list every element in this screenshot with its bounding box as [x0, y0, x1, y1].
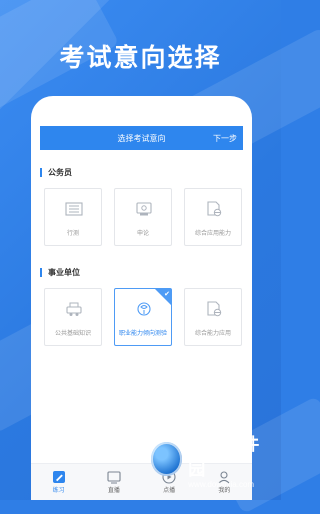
selected-check-corner: ✔ — [155, 289, 171, 305]
top-navbar: 选择考试意向 下一步 — [40, 126, 243, 150]
exam-card-comprehensive-ability[interactable]: 综合能力应用 — [184, 288, 242, 346]
card-label: 申论 — [136, 231, 149, 237]
hero-title: 考试意向选择 — [59, 44, 222, 72]
card-label: 综合能力应用 — [194, 331, 231, 337]
newspaper-icon — [65, 202, 83, 216]
exam-card-aptitude-test[interactable]: 职业能力倾向测验 ✔ — [114, 288, 172, 346]
document-globe-icon — [207, 301, 222, 317]
pencil-icon — [52, 471, 65, 483]
watermark-logo-icon — [151, 442, 183, 476]
tv-icon — [107, 471, 121, 484]
civil-servant-card-grid: 行测 申论 综合应用能力 — [44, 188, 242, 246]
watermark-title: 当下软件园 — [188, 434, 261, 479]
watermark: 当下软件园 www.downxia.com — [151, 435, 271, 489]
tab-live[interactable]: 直播 — [86, 464, 141, 500]
next-step-button[interactable]: 下一步 — [213, 133, 237, 144]
exam-card-public-basic-knowledge[interactable]: 公共基础知识 — [44, 288, 102, 346]
card-label: 行测 — [66, 231, 79, 237]
brain-icon — [137, 302, 151, 316]
tab-label: 练习 — [52, 488, 65, 494]
exam-card-shenlun[interactable]: 申论 — [114, 188, 172, 246]
section-label-civil-servant: 公务员 — [40, 168, 72, 177]
typewriter-icon — [66, 302, 82, 316]
card-label: 公共基础知识 — [54, 331, 91, 337]
tab-practice[interactable]: 练习 — [31, 464, 86, 500]
id-card-icon — [136, 202, 152, 216]
card-label: 职业能力倾向测验 — [118, 331, 167, 337]
section-label-public-institution: 事业单位 — [40, 268, 80, 277]
card-label: 综合应用能力 — [194, 231, 231, 237]
tab-label: 直播 — [107, 488, 120, 494]
watermark-text: 当下软件园 www.downxia.com — [188, 430, 271, 489]
exam-card-comprehensive-application[interactable]: 综合应用能力 — [184, 188, 242, 246]
check-icon: ✔ — [164, 291, 170, 298]
document-globe-icon — [207, 201, 222, 217]
exam-card-xingce[interactable]: 行测 — [44, 188, 102, 246]
watermark-subtitle: www.downxia.com — [188, 479, 255, 489]
public-institution-card-grid: 公共基础知识 职业能力倾向测验 ✔ 综合能力应用 — [44, 288, 242, 346]
